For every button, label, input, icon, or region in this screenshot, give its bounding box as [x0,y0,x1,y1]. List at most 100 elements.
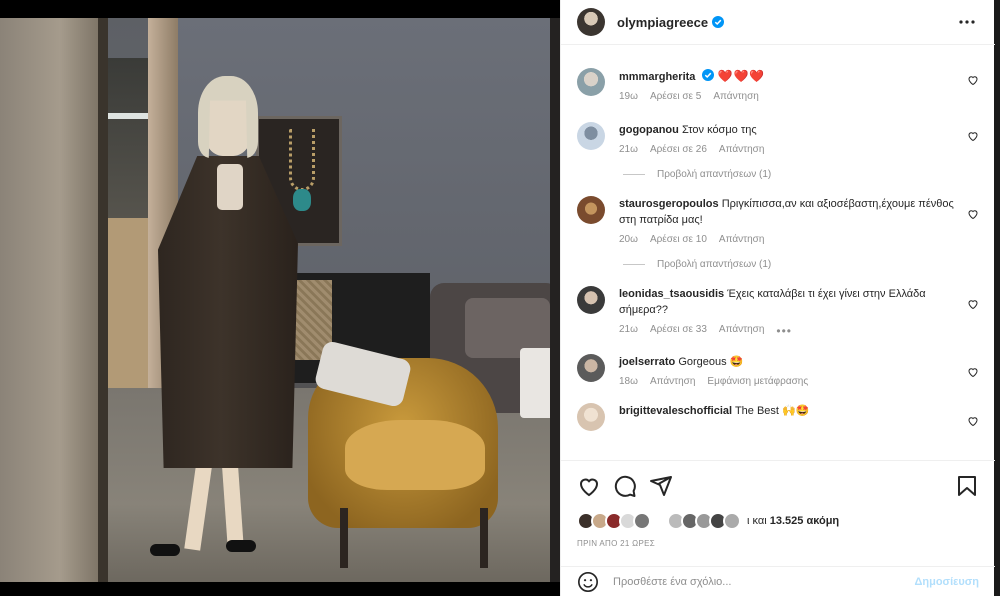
more-options-icon [959,20,975,24]
comment-username[interactable]: joelserrato [619,356,675,368]
comment-body: gogopanou Στον κόσμο της 21ω Αρέσει σε 2… [619,122,955,155]
view-replies-button[interactable]: Προβολή απαντήσεων (1) [623,169,979,180]
painting-gem [293,189,311,211]
view-replies-label: Προβολή απαντήσεων (1) [657,169,772,180]
likes-summary: ι και 13.525 ακόμη [577,511,979,531]
like-comment-icon[interactable] [967,208,979,220]
comment-options-icon[interactable]: ••• [776,324,792,338]
commenter-avatar[interactable] [577,286,605,314]
comment-username[interactable]: leonidas_tsaousidis [619,288,724,300]
comment-text-line: leonidas_tsaousidis Έχεις καταλάβει τι έ… [619,286,955,318]
comment-body: joelserrato Gorgeous 🤩 18ω Απάντηση Εμφά… [619,354,955,387]
comment-likes-link[interactable]: Αρέσει σε 26 [650,144,707,155]
like-comment-icon[interactable] [967,366,979,378]
photo-phone [217,164,243,210]
comment-likes-link[interactable]: Αρέσει σε 10 [650,234,707,245]
comment-meta: 21ω Αρέσει σε 26 Απάντηση [619,144,955,155]
author-username[interactable]: olympiagreece [617,15,708,30]
author-avatar[interactable] [577,8,605,36]
comments-list[interactable]: mmmargherita ❤️❤️❤️ 19ω Αρέσει σε 5 Απάν… [561,46,995,458]
verified-badge-icon [712,16,725,28]
like-comment-icon[interactable] [967,298,979,310]
comment-body: staurosgeropoulos Πριγκίπισσα,αν και αξι… [619,196,955,245]
photo-armchair-seat [345,420,485,490]
comment-body: leonidas_tsaousidis Έχεις καταλάβει τι έ… [619,286,955,338]
liker-avatar[interactable] [723,512,741,530]
commenter-avatar[interactable] [577,196,605,224]
reply-link[interactable]: Απάντηση [719,144,764,155]
comment-time: 21ω [619,324,638,335]
comment-text-line: gogopanou Στον κόσμο της [619,122,955,138]
comment-text: Gorgeous 🤩 [678,356,744,368]
like-icon[interactable] [577,474,601,498]
comment-body: mmmargherita ❤️❤️❤️ 19ω Αρέσει σε 5 Απάν… [619,68,955,102]
comment-time: 19ω [619,91,638,102]
like-comment-icon[interactable] [967,130,979,142]
comment-text: ❤️❤️❤️ [717,69,766,83]
comment-username[interactable]: brigittevaleschofficial [619,405,732,417]
reply-link[interactable]: Απάντηση [719,324,764,338]
view-replies-button[interactable]: Προβολή απαντήσεων (1) [623,259,979,270]
photo-shoe [226,540,256,552]
comment-meta: 21ω Αρέσει σε 33 Απάντηση ••• [619,324,955,338]
comment-time: 18ω [619,376,638,387]
more-options-button[interactable] [955,10,979,34]
comment-text-line: staurosgeropoulos Πριγκίπισσα,αν και αξι… [619,196,955,228]
share-icon[interactable] [649,474,673,498]
photo-door-post [98,18,108,582]
reply-link[interactable]: Απάντηση [713,91,758,102]
replies-line [623,174,645,175]
comment-text: The Best 🙌🤩 [734,405,810,417]
comment-text: Στον κόσμο της [681,124,757,136]
post-comment-button[interactable]: Δημοσίευση [914,576,979,588]
comment: mmmargherita ❤️❤️❤️ 19ω Αρέσει σε 5 Απάν… [577,46,979,102]
reply-link[interactable]: Απάντηση [650,376,695,387]
reply-link[interactable]: Απάντηση [719,234,764,245]
comment: joelserrato Gorgeous 🤩 18ω Απάντηση Εμφά… [577,338,979,387]
likes-count: 13.525 [769,515,804,527]
comment-username[interactable]: staurosgeropoulos [619,198,719,210]
like-comment-icon[interactable] [967,415,979,427]
comment: leonidas_tsaousidis Έχεις καταλάβει τι έ… [577,270,979,338]
comment-likes-link[interactable]: Αρέσει σε 33 [650,324,707,338]
comment: brigittevaleschofficial The Best 🙌🤩 [577,387,979,431]
commenter-avatar[interactable] [577,122,605,150]
post-photo[interactable] [0,18,560,582]
photo-chair-leg [340,508,348,568]
post-header: olympiagreece [561,0,995,45]
commenter-avatar[interactable] [577,68,605,96]
save-bookmark-icon[interactable] [955,474,979,498]
comment-likes-link[interactable]: Αρέσει σε 5 [650,91,701,102]
comment-time: 21ω [619,144,638,155]
likes-prefix: ι και [747,515,767,527]
verified-badge-icon [702,69,715,81]
comment-meta: 19ω Αρέσει σε 5 Απάντηση [619,91,955,102]
comment-username[interactable]: gogopanou [619,124,679,136]
comment-text-line: mmmargherita ❤️❤️❤️ [619,68,955,85]
photo-chair-leg [480,508,488,568]
see-translation-link[interactable]: Εμφάνιση μετάφρασης [707,376,808,387]
likes-suffix: ακόμη [806,515,840,527]
comment-meta: 18ω Απάντηση Εμφάνιση μετάφρασης [619,376,955,387]
photo-door [0,18,100,582]
likes-text[interactable]: ι και 13.525 ακόμη [747,515,839,527]
comment-input[interactable] [613,575,893,588]
comment-text-line: brigittevaleschofficial The Best 🙌🤩 [619,403,955,419]
painting-necklace [289,129,315,191]
like-comment-icon[interactable] [967,74,979,86]
comment-body: brigittevaleschofficial The Best 🙌🤩 [619,403,955,431]
commenter-avatar[interactable] [577,354,605,382]
post-timestamp[interactable]: ΠΡΙΝ ΑΠΟ 21 ΩΡΕΣ [577,539,979,548]
action-icons-row [577,473,979,499]
commenter-avatar[interactable] [577,403,605,431]
comment: gogopanou Στον κόσμο της 21ω Αρέσει σε 2… [577,102,979,155]
emoji-icon[interactable] [577,571,599,593]
add-comment-bar: Δημοσίευση [561,566,995,596]
photo-shoe [150,544,180,556]
liker-avatar[interactable] [633,512,651,530]
replies-line [623,264,645,265]
comment-username[interactable]: mmmargherita [619,71,695,83]
post-detail-panel: olympiagreece mmmargherita ❤️❤️❤️ 19ω Αρ… [560,0,995,596]
comment-icon[interactable] [613,474,637,498]
comment-meta: 20ω Αρέσει σε 10 Απάντηση [619,234,955,245]
